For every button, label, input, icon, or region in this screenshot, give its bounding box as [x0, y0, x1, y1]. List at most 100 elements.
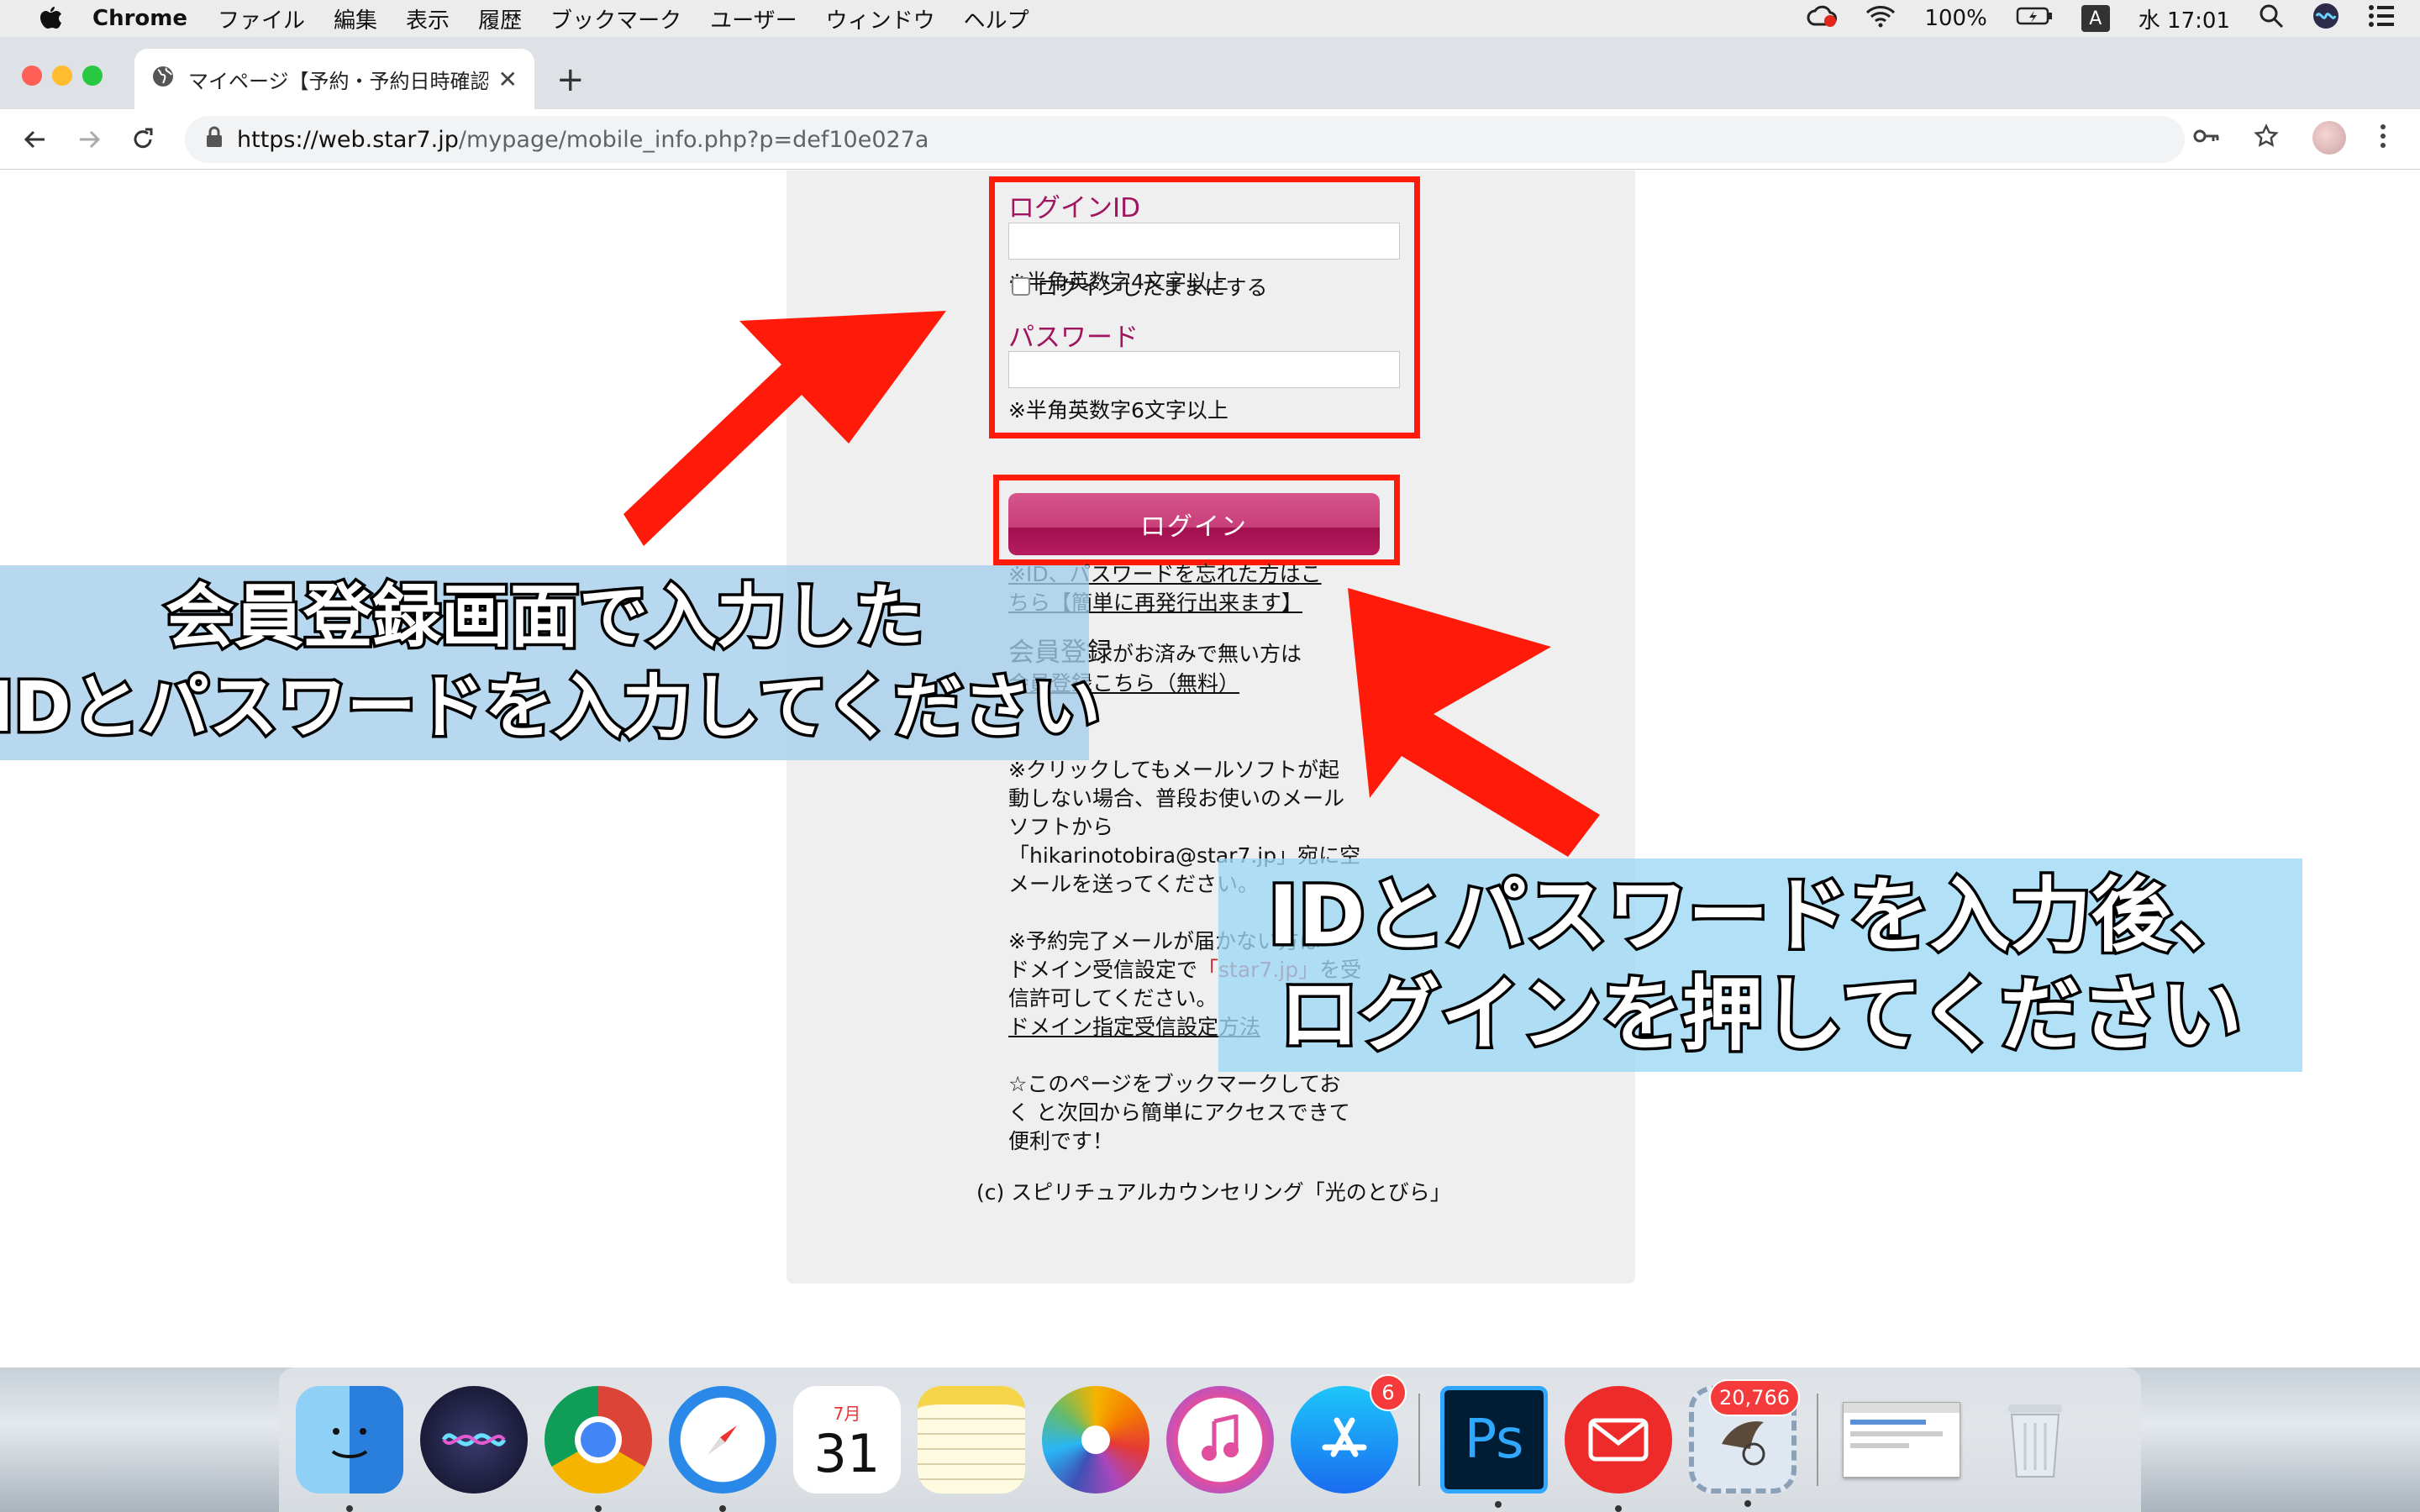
dock-separator [1418, 1394, 1420, 1486]
menu-history[interactable]: 履歴 [478, 3, 522, 34]
window-thumbnail [1843, 1402, 1960, 1478]
instruction-callout-login: IDとパスワードを入力後、 ログインを押してください [1218, 858, 2302, 1072]
forward-button[interactable] [71, 121, 108, 158]
password-label: パスワード [1008, 323, 1139, 353]
password-input[interactable] [1008, 351, 1400, 388]
apple-menu-icon[interactable] [34, 2, 67, 35]
callout-right-line: ログインを押してください [1276, 965, 2244, 1065]
chrome-center [575, 1416, 622, 1463]
url-path: /mypage/mobile_info.php?p=def10e027a [458, 126, 929, 153]
siri-dock-icon[interactable] [420, 1386, 528, 1494]
remember-login-row[interactable]: ログインしたままにする [1012, 271, 1268, 302]
thumbnail-line [1850, 1420, 1926, 1425]
photos-center [1081, 1425, 1110, 1454]
thumbnail-line [1850, 1431, 1943, 1436]
footer-copyright: (c) スピリチュアルカウンセリング「光のとびら」 [976, 1180, 1451, 1205]
notification-center-icon[interactable] [2368, 4, 2395, 34]
safari-dock-icon[interactable] [669, 1386, 776, 1512]
dock-separator [1817, 1394, 1818, 1486]
chrome-center-dot [581, 1422, 616, 1457]
input-source-indicator[interactable]: A [2081, 5, 2110, 32]
bookmark-note: ☆このページをブックマークしてお く と次回から簡単にアクセスできて 便利です！ [1008, 1070, 1350, 1156]
menu-user[interactable]: ユーザー [710, 3, 797, 34]
app-store-badge: 6 [1370, 1374, 1407, 1411]
reload-button[interactable] [124, 121, 161, 158]
close-window-button[interactable] [22, 66, 42, 86]
finder-dock-icon[interactable] [296, 1386, 403, 1512]
chrome-dock-icon[interactable] [544, 1386, 652, 1512]
siri-icon[interactable] [2312, 3, 2339, 35]
creative-cloud-icon[interactable] [1807, 4, 1838, 34]
mail-note-line: 動しない場合、普段お使いのメール [1008, 786, 1345, 811]
globe-icon [151, 65, 175, 93]
remember-login-label: ログインしたままにする [1037, 276, 1268, 300]
running-indicator [595, 1505, 602, 1512]
photos-dock-icon[interactable] [1042, 1386, 1150, 1494]
spotlight-search-icon[interactable] [2259, 3, 2284, 34]
key-icon[interactable] [2193, 128, 2220, 148]
bookmark-note-line: 便利です！ [1008, 1129, 1114, 1153]
running-indicator [1495, 1501, 1502, 1508]
chrome-toolbar: https://web.star7.jp/mypage/mobile_info.… [0, 109, 2420, 170]
menu-view[interactable]: 表示 [406, 3, 450, 34]
menu-file[interactable]: ファイル [218, 3, 305, 34]
minimized-window-dock-icon[interactable] [1839, 1386, 1965, 1494]
photoshop-label: Ps [1464, 1409, 1524, 1471]
login-button[interactable]: ログイン [1008, 493, 1380, 555]
mail-stamp-dock-icon[interactable]: 20,766 [1689, 1379, 1800, 1507]
back-button[interactable] [17, 121, 54, 158]
running-indicator [346, 1505, 353, 1512]
calendar-dock-icon[interactable]: 7月 31 [793, 1386, 901, 1494]
bookmark-star-icon[interactable] [2254, 123, 2279, 152]
running-indicator [1615, 1505, 1622, 1512]
remember-login-checkbox[interactable] [1012, 277, 1030, 296]
chrome-menu-icon[interactable] [2380, 123, 2386, 152]
wifi-icon[interactable] [1865, 4, 1896, 34]
app-name-menu[interactable]: Chrome [92, 6, 187, 31]
active-tab[interactable]: マイページ【予約・予約日時確認・ ✕ [134, 49, 534, 109]
bookmark-note-line: く と次回から簡単にアクセスできて [1008, 1100, 1350, 1125]
calendar-day: 31 [813, 1422, 881, 1484]
profile-avatar[interactable] [2312, 121, 2346, 155]
register-suffix: がお済みで無い方は [1113, 642, 1302, 666]
thumbnail-line [1850, 1443, 1909, 1448]
tab-title: マイページ【予約・予約日時確認・ [188, 69, 488, 93]
menu-edit[interactable]: 編集 [334, 3, 377, 34]
mail-badge: 20,766 [1709, 1379, 1800, 1416]
new-tab-button[interactable]: + [556, 60, 585, 99]
instruction-callout-ids: 会員登録画面で入力した IDとパスワードを入力してください [0, 565, 1103, 760]
mail-note-line: ソフトから [1008, 815, 1114, 839]
trash-dock-icon[interactable] [1981, 1386, 2089, 1494]
password-hint: ※半角英数字6文字以上 [1008, 398, 1228, 423]
app-store-dock-icon[interactable]: 6 [1291, 1374, 1407, 1494]
chrome-tab-strip: マイページ【予約・予約日時確認・ ✕ + [0, 37, 2420, 109]
running-indicator [1744, 1500, 1751, 1507]
callout-right-line: IDとパスワードを入力後、 [1265, 866, 2255, 966]
menu-bookmarks[interactable]: ブックマーク [550, 3, 681, 34]
lock-icon[interactable] [205, 126, 224, 154]
mail-app-dock-icon[interactable] [1565, 1386, 1672, 1512]
minimize-window-button[interactable] [52, 66, 72, 86]
bookmark-note-line: ☆このページをブックマークしてお [1008, 1072, 1341, 1096]
battery-percent: 100% [1924, 6, 1987, 31]
menu-help[interactable]: ヘルプ [964, 3, 1029, 34]
photoshop-dock-icon[interactable]: Ps [1440, 1386, 1548, 1508]
domain-note-prefix: ドメイン受信設定で [1008, 958, 1198, 982]
menubar-clock[interactable]: 水 17:01 [2139, 3, 2230, 34]
itunes-dock-icon[interactable] [1166, 1386, 1274, 1494]
notes-dock-icon[interactable] [918, 1386, 1025, 1494]
url-host: https://web.star7.jp [237, 126, 459, 153]
close-tab-icon[interactable]: ✕ [498, 66, 518, 93]
login-id-label: ログインID [1008, 193, 1141, 223]
thumbnail-titlebar [1844, 1403, 1960, 1413]
mail-note-line: ※クリックしてもメールソフトが起 [1008, 758, 1339, 782]
address-bar[interactable]: https://web.star7.jp/mypage/mobile_info.… [185, 116, 2185, 163]
zoom-window-button[interactable] [82, 66, 103, 86]
callout-left-line: IDとパスワードを入力してください [0, 665, 1103, 751]
running-indicator [719, 1505, 726, 1512]
battery-icon[interactable] [2016, 6, 2053, 32]
login-id-input[interactable] [1008, 223, 1400, 260]
callout-left-line: 会員登録画面で入力した [162, 575, 926, 660]
menu-window[interactable]: ウィンドウ [826, 3, 935, 34]
dock: 7月 31 6 Ps 20,766 [279, 1368, 2141, 1512]
